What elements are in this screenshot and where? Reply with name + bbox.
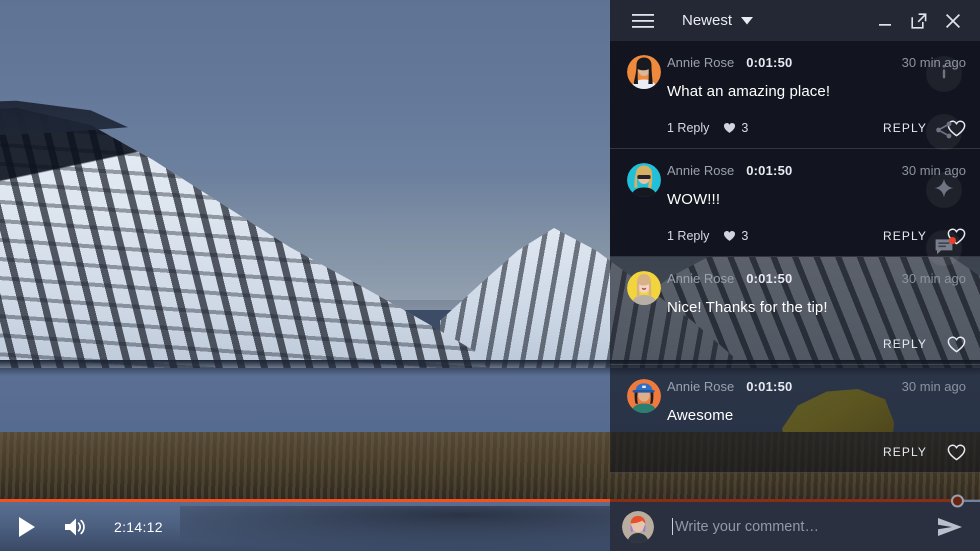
comment-like-button[interactable]: [947, 444, 966, 461]
video-controls-bar: 2:14:12: [0, 502, 610, 551]
comment-composer: [610, 502, 980, 551]
comment-reply-count[interactable]: 1 Reply: [667, 121, 709, 135]
comment-text: What an amazing place!: [667, 83, 831, 100]
comment-reply-button[interactable]: REPLY: [883, 337, 927, 351]
avatar-image: [627, 55, 661, 89]
comment-actions: REPLY: [667, 334, 966, 354]
heart-filled-icon: [724, 231, 736, 241]
comment-video-timestamp[interactable]: 0:01:50: [746, 271, 792, 286]
comment-item[interactable]: 30 min ago Annie Rose 0:01:50 Nice! Than…: [610, 257, 980, 365]
panel-header: Newest: [610, 0, 980, 41]
comment-age: 30 min ago: [901, 379, 966, 394]
send-icon: [938, 517, 962, 536]
sort-order-dropdown[interactable]: Newest: [682, 12, 754, 29]
volume-button[interactable]: [60, 512, 90, 542]
comment-item[interactable]: 30 min ago Annie Rose 0:01:50 WOW!!! 1 R…: [610, 149, 980, 257]
close-button[interactable]: [938, 6, 968, 36]
comment-age: 30 min ago: [901, 271, 966, 286]
comment-like-count: 3: [723, 229, 748, 243]
close-icon: [945, 13, 961, 28]
comment-overlay-button[interactable]: [926, 230, 962, 266]
notification-badge: [949, 237, 956, 244]
popout-button[interactable]: [904, 6, 934, 36]
comment-reply-count[interactable]: 1 Reply: [667, 229, 709, 243]
comment-reply-button[interactable]: REPLY: [883, 229, 927, 243]
comment-author[interactable]: Annie Rose: [667, 271, 734, 286]
comment-reply-button[interactable]: REPLY: [883, 121, 927, 135]
comment-input[interactable]: [675, 518, 934, 535]
comment-item[interactable]: 30 min ago Annie Rose 0:01:50 What an am…: [610, 41, 980, 149]
comment-video-timestamp[interactable]: 0:01:50: [746, 55, 792, 70]
info-icon: [934, 62, 954, 87]
sort-order-label: Newest: [682, 12, 733, 29]
comment-avatar[interactable]: [627, 379, 661, 413]
minimize-icon: [879, 23, 891, 26]
send-button[interactable]: [934, 511, 966, 543]
avatar-image: [627, 271, 661, 305]
comments-panel: Newest 30 min ago Annie Rose 0:01:50 Wha…: [610, 0, 980, 551]
panel-progress-handle[interactable]: [951, 494, 964, 507]
panel-progress-fill: [610, 499, 962, 502]
hamburger-menu-icon: [632, 13, 654, 28]
composer-input-wrap[interactable]: [672, 512, 934, 542]
play-button[interactable]: [12, 512, 42, 542]
comment-video-timestamp[interactable]: 0:01:50: [746, 163, 792, 178]
volume-icon: [65, 518, 85, 535]
comment-author[interactable]: Annie Rose: [667, 55, 734, 70]
comment-like-count: 3: [723, 121, 748, 135]
share-icon: [934, 120, 954, 145]
hamburger-menu-button[interactable]: [630, 8, 656, 34]
share-overlay-button[interactable]: [926, 114, 962, 150]
avatar-image: [627, 379, 661, 413]
comment-author[interactable]: Annie Rose: [667, 163, 734, 178]
pop-out-icon: [911, 12, 927, 29]
video-comments-app: 2:14:12 Newest 30 min ago Annie Rose 0:0…: [0, 0, 980, 551]
sparkle-overlay-button[interactable]: [926, 172, 962, 208]
info-overlay-button[interactable]: [926, 56, 962, 92]
text-caret: [672, 518, 673, 535]
minimize-button[interactable]: [870, 6, 900, 36]
comment-like-button[interactable]: [947, 336, 966, 353]
panel-progress-bar[interactable]: [610, 494, 980, 507]
comment-text: Nice! Thanks for the tip!: [667, 299, 828, 316]
comment-actions: REPLY: [667, 442, 966, 462]
comment-author[interactable]: Annie Rose: [667, 379, 734, 394]
comment-reply-button[interactable]: REPLY: [883, 445, 927, 459]
comment-actions: 1 Reply 3 REPLY: [667, 226, 966, 246]
comment-avatar[interactable]: [627, 271, 661, 305]
comment-avatar[interactable]: [627, 55, 661, 89]
comment-text: WOW!!!: [667, 191, 721, 208]
composer-avatar[interactable]: [622, 510, 654, 543]
heart-filled-icon: [724, 123, 736, 133]
heart-outline-icon: [947, 444, 966, 460]
avatar-image: [622, 510, 654, 543]
comment-list[interactable]: 30 min ago Annie Rose 0:01:50 What an am…: [610, 41, 980, 502]
avatar-image: [627, 163, 661, 197]
chevron-down-icon: [741, 16, 754, 24]
heart-outline-icon: [947, 336, 966, 352]
sparkle-icon: [934, 178, 954, 203]
comment-item[interactable]: 30 min ago Annie Rose 0:01:50 Awesome RE…: [610, 365, 980, 473]
comment-video-timestamp[interactable]: 0:01:50: [746, 379, 792, 394]
comment-text: Awesome: [667, 407, 734, 424]
comment-actions: 1 Reply 3 REPLY: [667, 118, 966, 138]
play-icon: [19, 516, 35, 537]
video-time-display: 2:14:12: [114, 518, 163, 535]
comment-avatar[interactable]: [627, 163, 661, 197]
